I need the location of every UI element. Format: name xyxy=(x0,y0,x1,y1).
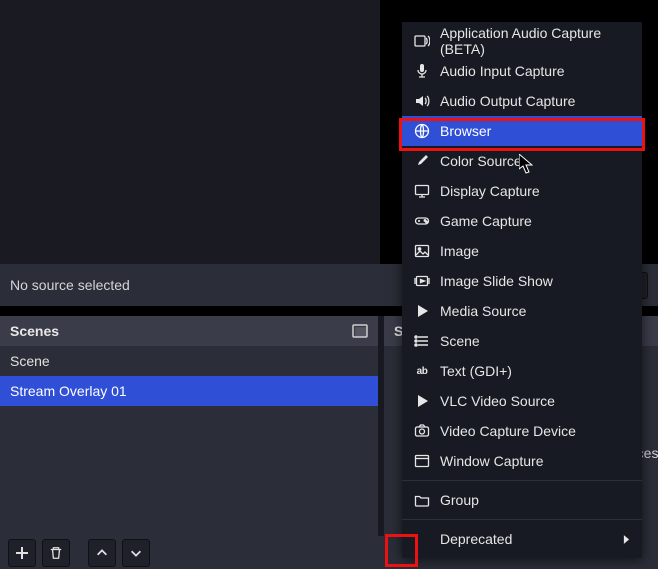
monitor-icon xyxy=(414,183,430,199)
menu-item-label: Application Audio Capture (BETA) xyxy=(440,25,630,57)
menu-item-image[interactable]: Image xyxy=(402,236,642,266)
menu-item-image-slideshow[interactable]: Image Slide Show xyxy=(402,266,642,296)
menu-item-group[interactable]: Group xyxy=(402,485,642,515)
menu-item-label: Image xyxy=(440,243,479,259)
play-icon xyxy=(414,393,430,409)
menu-item-label: Display Capture xyxy=(440,183,540,199)
move-scene-up-button[interactable] xyxy=(88,539,116,567)
scene-row[interactable]: Scene xyxy=(0,346,378,376)
play-icon xyxy=(414,303,430,319)
scene-row-label: Scene xyxy=(10,353,50,369)
menu-item-audio-output[interactable]: Audio Output Capture xyxy=(402,86,642,116)
slideshow-icon xyxy=(414,273,430,289)
menu-item-window-capture[interactable]: Window Capture xyxy=(402,446,642,476)
menu-separator xyxy=(402,480,642,481)
image-icon xyxy=(414,243,430,259)
menu-item-text-gdi[interactable]: ab Text (GDI+) xyxy=(402,356,642,386)
scenes-panel-header: Scenes xyxy=(0,316,378,346)
remove-scene-button[interactable] xyxy=(42,539,70,567)
move-scene-down-button[interactable] xyxy=(122,539,150,567)
speaker-icon xyxy=(414,93,430,109)
menu-item-label: Audio Output Capture xyxy=(440,93,575,109)
menu-item-label: Color Source xyxy=(440,153,522,169)
add-scene-button[interactable] xyxy=(8,539,36,567)
menu-item-label: Deprecated xyxy=(440,531,512,547)
menu-item-label: Audio Input Capture xyxy=(440,63,565,79)
scene-row-label: Stream Overlay 01 xyxy=(10,383,127,399)
source-status-text: No source selected xyxy=(10,277,449,293)
menu-item-label: Scene xyxy=(440,333,480,349)
mic-icon xyxy=(414,63,430,79)
add-source-menu: Application Audio Capture (BETA) Audio I… xyxy=(402,22,642,558)
menu-item-label: Text (GDI+) xyxy=(440,363,512,379)
menu-item-browser[interactable]: Browser xyxy=(402,116,642,146)
menu-item-label: Window Capture xyxy=(440,453,544,469)
menu-item-label: Image Slide Show xyxy=(440,273,553,289)
menu-item-label: Group xyxy=(440,492,479,508)
menu-item-scene[interactable]: Scene xyxy=(402,326,642,356)
scenes-list[interactable]: Scene Stream Overlay 01 xyxy=(0,346,378,536)
scenes-title: Scenes xyxy=(10,323,59,339)
text-icon: ab xyxy=(414,363,430,379)
menu-item-video-capture[interactable]: Video Capture Device xyxy=(402,416,642,446)
menu-item-color-source[interactable]: Color Source xyxy=(402,146,642,176)
scenes-panel: Scenes Scene Stream Overlay 01 xyxy=(0,316,378,536)
app-audio-icon xyxy=(414,33,430,49)
menu-item-display-capture[interactable]: Display Capture xyxy=(402,176,642,206)
scene-row[interactable]: Stream Overlay 01 xyxy=(0,376,378,406)
dock-split-icon[interactable] xyxy=(352,323,368,339)
menu-separator xyxy=(402,519,642,520)
menu-item-media-source[interactable]: Media Source xyxy=(402,296,642,326)
menu-item-deprecated[interactable]: Deprecated xyxy=(402,524,642,554)
folder-icon xyxy=(414,492,430,508)
menu-item-label: Game Capture xyxy=(440,213,532,229)
menu-item-label: Browser xyxy=(440,123,491,139)
menu-item-label: Video Capture Device xyxy=(440,423,576,439)
menu-item-label: Media Source xyxy=(440,303,526,319)
window-icon xyxy=(414,453,430,469)
menu-item-app-audio[interactable]: Application Audio Capture (BETA) xyxy=(402,26,642,56)
camera-icon xyxy=(414,423,430,439)
gamepad-icon xyxy=(414,213,430,229)
menu-item-vlc-source[interactable]: VLC Video Source xyxy=(402,386,642,416)
list-icon xyxy=(414,333,430,349)
menu-item-label: VLC Video Source xyxy=(440,393,555,409)
brush-icon xyxy=(414,153,430,169)
menu-item-audio-input[interactable]: Audio Input Capture xyxy=(402,56,642,86)
submenu-arrow-icon xyxy=(623,534,630,545)
menu-item-game-capture[interactable]: Game Capture xyxy=(402,206,642,236)
globe-icon xyxy=(414,123,430,139)
